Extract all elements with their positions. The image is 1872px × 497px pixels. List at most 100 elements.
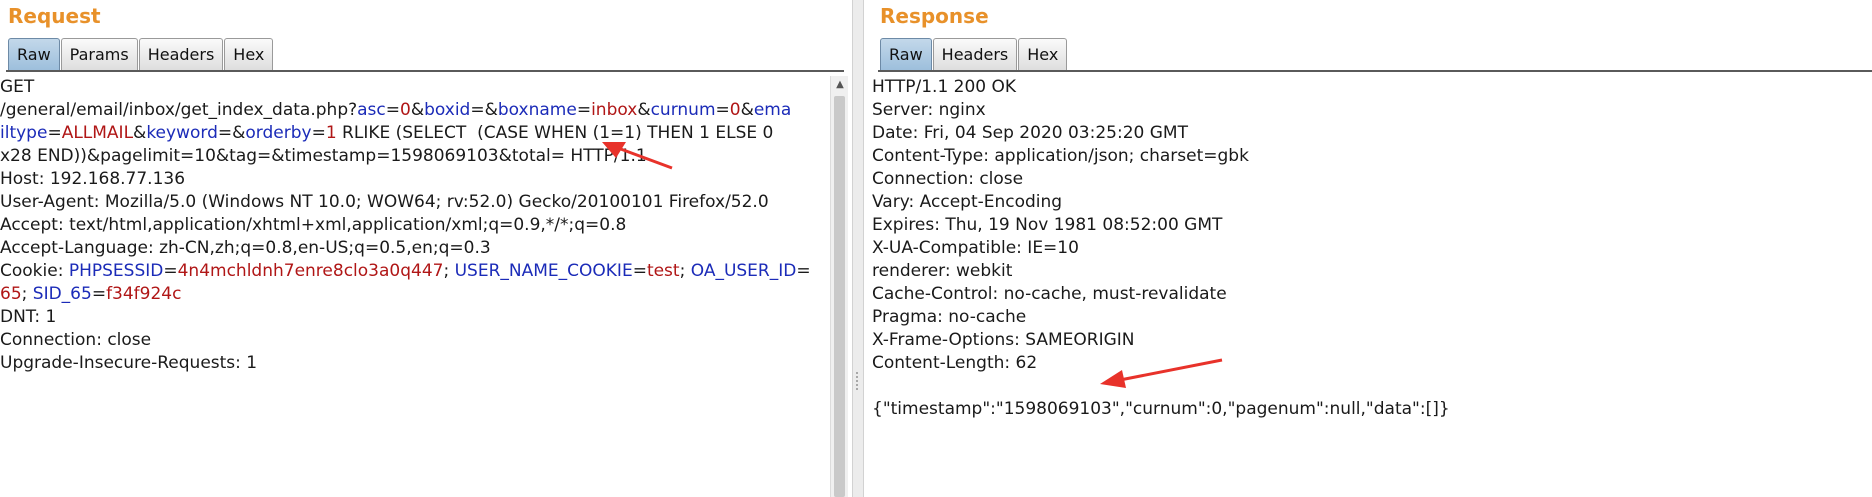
request-scrollbar[interactable]: ▲ (830, 76, 848, 497)
param-name: OA_USER_ID (690, 261, 797, 281)
splitter-grip[interactable] (856, 372, 860, 390)
pane-splitter[interactable] (852, 0, 864, 497)
scroll-up-icon[interactable]: ▲ (831, 76, 849, 94)
response-raw-viewer[interactable]: HTTP/1.1 200 OK Server: nginx Date: Fri, 0… (872, 76, 1862, 421)
header-line: Accept: text/html,application/xhtml+xml,… (0, 214, 828, 237)
text-fragment: ; (21, 284, 33, 304)
tab-params[interactable]: Params (60, 38, 138, 70)
header-line: Host: 192.168.77.136 (0, 168, 828, 191)
text-fragment: =& (217, 123, 246, 143)
param-name: ema (753, 100, 792, 120)
response-header-line: renderer: webkit (872, 260, 1862, 283)
text-fragment: Cache-Control: no-cache, must-revalidate (872, 284, 1227, 304)
response-header-line: Expires: Thu, 19 Nov 1981 08:52:00 GMT (872, 214, 1862, 237)
response-header-line: Cache-Control: no-cache, must-revalidate (872, 283, 1862, 306)
request-url-line: x28 END))&pagelimit=10&tag=&timestamp=15… (0, 145, 828, 168)
text-fragment: Pragma: no-cache (872, 307, 1027, 327)
cookie-line: Cookie: PHPSESSID=4n4mchldnh7enre8clo3a0… (0, 260, 828, 283)
tab-underline (878, 70, 1872, 72)
header-line: DNT: 1 (0, 306, 828, 329)
text-fragment: X-Frame-Options: SAMEORIGIN (872, 330, 1135, 350)
text-fragment: Content-Type: application/json; charset=… (872, 146, 1249, 166)
text-fragment: ; (443, 261, 455, 281)
param-name: orderby (245, 123, 312, 143)
response-header-line: Date: Fri, 04 Sep 2020 03:25:20 GMT (872, 122, 1862, 145)
text-fragment: Cookie: (0, 261, 69, 281)
tab-headers[interactable]: Headers (138, 38, 224, 70)
tab-raw[interactable]: Raw (8, 38, 60, 70)
param-name: PHPSESSID (68, 261, 164, 281)
text-fragment: GET (0, 77, 35, 97)
param-name: keyword (146, 123, 218, 143)
response-header-line: X-Frame-Options: SAMEORIGIN (872, 329, 1862, 352)
text-fragment: = (796, 261, 811, 281)
text-fragment: x28 END))&pagelimit=10&tag=&timestamp=15… (0, 146, 647, 166)
text-fragment: = (91, 284, 107, 304)
request-url-line: /general/email/inbox/get_index_data.php?… (0, 99, 828, 122)
response-header-line: Vary: Accept-Encoding (872, 191, 1862, 214)
text-fragment: = (576, 100, 592, 120)
text-fragment: & (133, 123, 147, 143)
param-name: USER_NAME_COOKIE (454, 261, 633, 281)
text-fragment: Upgrade-Insecure-Requests: 1 (0, 353, 258, 373)
text-fragment: ; (679, 261, 691, 281)
request-line: GET (0, 76, 828, 99)
param-name: boxname (497, 100, 577, 120)
text-fragment: = (715, 100, 730, 120)
request-pane: Request Raw Params Headers Hex GET/gener… (0, 0, 852, 497)
response-header-line: Content-Length: 62 (872, 352, 1862, 375)
param-value: inbox (591, 100, 638, 120)
text-fragment: & (410, 100, 425, 120)
param-value: 1 (325, 123, 337, 143)
text-fragment: /general/email/inbox/get_index_data.php? (0, 100, 358, 120)
response-header-line: X-UA-Compatible: IE=10 (872, 237, 1862, 260)
request-raw-editor[interactable]: GET/general/email/inbox/get_index_data.p… (0, 76, 828, 375)
red-arrow-icon (1100, 358, 1223, 388)
text-fragment: Vary: Accept-Encoding (872, 192, 1063, 212)
text-fragment: = (47, 123, 62, 143)
text-fragment: Server: nginx (872, 100, 986, 120)
response-header-line: Content-Type: application/json; charset=… (872, 145, 1862, 168)
tab-headers[interactable]: Headers (932, 38, 1018, 70)
text-fragment: = (311, 123, 326, 143)
tab-underline (6, 70, 844, 72)
header-line: Connection: close (0, 329, 828, 352)
text-fragment: X-UA-Compatible: IE=10 (872, 238, 1079, 258)
response-header-line: HTTP/1.1 200 OK (872, 76, 1862, 99)
text-fragment: HTTP/1.1 200 OK (872, 77, 1017, 97)
param-value: 0 (400, 100, 411, 120)
text-fragment: & (740, 100, 754, 120)
text-fragment: {"timestamp":"1598069103","curnum":0,"pa… (872, 399, 1450, 419)
cookie-line: 65; SID_65=f34f924c (0, 283, 828, 306)
param-name: curnum (650, 100, 716, 120)
param-value: 65 (0, 284, 22, 304)
text-fragment: = (385, 100, 401, 120)
param-name: asc (357, 100, 386, 120)
text-fragment: Accept: text/html,application/xhtml+xml,… (0, 215, 627, 235)
response-header-line: Pragma: no-cache (872, 306, 1862, 329)
response-header-line: Connection: close (872, 168, 1862, 191)
param-name: SID_65 (32, 284, 92, 304)
text-fragment: Date: Fri, 04 Sep 2020 03:25:20 GMT (872, 123, 1188, 143)
request-url-line: iltype=ALLMAIL&keyword=&orderby=1 RLIKE … (0, 122, 828, 145)
text-fragment: User-Agent: Mozilla/5.0 (Windows NT 10.0… (0, 192, 769, 212)
text-fragment: RLIKE (SELECT (CASE WHEN (1=1) THEN 1 EL… (336, 123, 774, 143)
param-name: boxid (424, 100, 471, 120)
scrollbar-thumb[interactable] (834, 96, 845, 497)
text-fragment: Connection: close (0, 330, 152, 350)
text-fragment: Content-Length: 62 (872, 353, 1038, 373)
response-header-line (872, 375, 1862, 398)
tab-hex[interactable]: Hex (224, 38, 274, 70)
param-value: ALLMAIL (61, 123, 134, 143)
response-body: {"timestamp":"1598069103","curnum":0,"pa… (872, 398, 1862, 421)
tab-raw[interactable]: Raw (880, 38, 932, 70)
text-fragment: & (637, 100, 651, 120)
response-tabs: Raw Headers Hex (880, 38, 1068, 70)
tab-hex[interactable]: Hex (1018, 38, 1068, 70)
text-fragment: = (632, 261, 647, 281)
red-arrow-icon (602, 142, 673, 170)
text-fragment: Expires: Thu, 19 Nov 1981 08:52:00 GMT (872, 215, 1223, 235)
text-fragment: Connection: close (872, 169, 1024, 189)
header-line: Accept-Language: zh-CN,zh;q=0.8,en-US;q=… (0, 237, 828, 260)
param-value: f34f924c (106, 284, 182, 304)
